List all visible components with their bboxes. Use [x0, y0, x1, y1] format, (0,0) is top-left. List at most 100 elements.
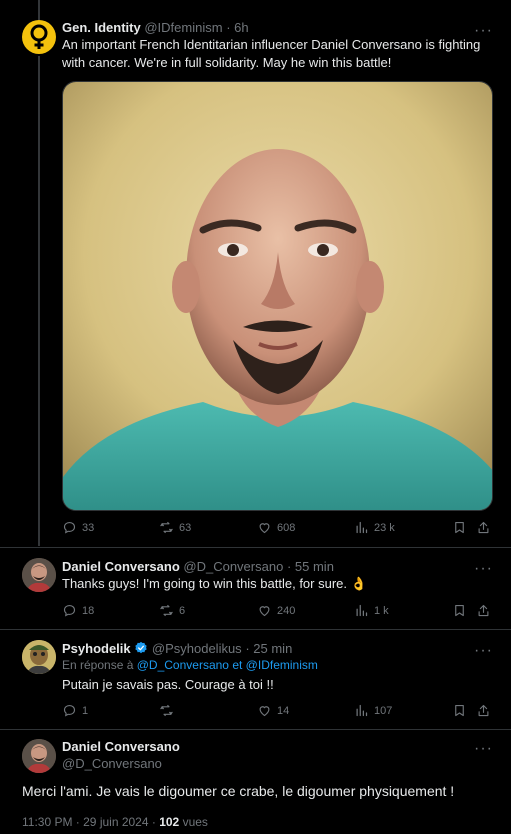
- like-button[interactable]: 608: [257, 520, 295, 535]
- reply-prefix: En réponse à: [62, 658, 134, 672]
- heart-icon: [259, 606, 270, 617]
- avatar-photo: [22, 739, 56, 773]
- tweet-subheader: @D_Conversano: [62, 756, 162, 771]
- retweet-button[interactable]: [159, 703, 179, 718]
- view-count: 1 k: [374, 604, 389, 617]
- view-count: 107: [374, 704, 393, 717]
- avatar-photo: [22, 558, 56, 592]
- display-name[interactable]: Daniel Conversano: [62, 739, 180, 754]
- views-icon: [356, 521, 368, 534]
- tweet-actions: 33 63 608 23 k: [62, 520, 493, 540]
- verified-badge-icon: [135, 641, 147, 654]
- retweet-icon: [160, 704, 173, 717]
- retweet-button[interactable]: 63: [159, 520, 191, 535]
- tweet-text: Putain je savais pas. Courage à toi !!: [62, 677, 274, 692]
- tweet-conversano-reply[interactable]: Daniel Conversano @D_Conversano · 55 min…: [0, 548, 511, 630]
- username[interactable]: @Psyhodelikus: [152, 641, 242, 656]
- tweet-header: Daniel Conversano: [62, 739, 180, 754]
- username[interactable]: @D_Conversano: [183, 559, 283, 574]
- heart-icon: [259, 523, 270, 534]
- display-name[interactable]: Gen. Identity: [62, 20, 141, 35]
- reply-button[interactable]: 18: [62, 603, 94, 618]
- reply-icon: [63, 604, 76, 617]
- venus-symbol-icon: [30, 24, 48, 49]
- tweet-actions: 1 14 107: [62, 703, 493, 723]
- heart-icon: [259, 706, 270, 717]
- reply-context: En réponse à @D_Conversano et @IDfeminis…: [62, 658, 318, 672]
- view-label: vues: [182, 815, 208, 829]
- mention-link[interactable]: @IDfeminism: [246, 658, 318, 672]
- like-count: 240: [277, 604, 296, 617]
- tweet-text: An important French Identitarian influen…: [62, 37, 481, 70]
- tweet-text: Thanks guys! I'm going to win this battl…: [62, 576, 367, 591]
- views-icon: [356, 604, 368, 617]
- like-button[interactable]: 14: [257, 703, 289, 718]
- tweet-meta: 11:30 PM · 29 juin 2024 · 102 vues: [22, 815, 208, 829]
- more-icon[interactable]: ···: [474, 643, 493, 659]
- separator: ·: [226, 20, 231, 35]
- view-count: 23 k: [374, 521, 395, 534]
- tweet-actions: 18 6 240 1 k: [62, 603, 493, 623]
- tweet-header: Gen. Identity @IDfeminism · 6h: [62, 20, 249, 35]
- mention-joiner: et: [232, 658, 243, 672]
- avatar[interactable]: [22, 739, 56, 773]
- tweet-header: Daniel Conversano @D_Conversano · 55 min: [62, 559, 334, 574]
- share-icon: [478, 604, 489, 617]
- portrait-photo: [63, 82, 492, 510]
- more-icon[interactable]: ···: [474, 561, 493, 577]
- bookmark-icon: [455, 704, 464, 717]
- bookmark-icon: [455, 604, 464, 617]
- avatar-photo: [22, 640, 56, 674]
- reply-button[interactable]: 1: [62, 703, 88, 718]
- views-icon: [356, 704, 368, 717]
- timestamp[interactable]: 55 min: [295, 559, 334, 574]
- bookmark-icon: [455, 521, 464, 534]
- views-button[interactable]: 1 k: [354, 603, 389, 618]
- like-count: 14: [277, 704, 290, 717]
- tweet-photo[interactable]: [62, 81, 493, 511]
- separator: ·: [245, 641, 250, 656]
- views-button[interactable]: 107: [354, 703, 392, 718]
- retweet-count: 6: [179, 604, 186, 617]
- share-button[interactable]: [476, 703, 491, 718]
- tweet-gen-identity[interactable]: Gen. Identity @IDfeminism · 6h ··· An im…: [0, 0, 511, 548]
- mention-link[interactable]: @D_Conversano: [137, 658, 229, 672]
- bookmark-button[interactable]: [452, 603, 467, 618]
- separator: ·: [286, 559, 292, 574]
- bookmark-button[interactable]: [452, 703, 467, 718]
- tweet-psyhodelik-reply[interactable]: Psyhodelik @Psyhodelikus · 25 min ··· En…: [0, 630, 511, 730]
- share-icon: [478, 521, 489, 534]
- username[interactable]: @D_Conversano: [62, 756, 162, 771]
- reply-count: 1: [82, 704, 89, 717]
- share-button[interactable]: [476, 520, 491, 535]
- retweet-icon: [160, 521, 173, 534]
- retweet-icon: [160, 604, 173, 617]
- reply-count: 18: [82, 604, 95, 617]
- focused-tweet-text: Merci l'ami. Je vais le digoumer ce crab…: [22, 783, 455, 799]
- reply-button[interactable]: 33: [62, 520, 94, 535]
- retweet-count: 63: [179, 521, 192, 534]
- more-icon[interactable]: ···: [474, 741, 493, 757]
- retweet-button[interactable]: 6: [159, 603, 185, 618]
- avatar[interactable]: [22, 640, 56, 674]
- share-button[interactable]: [476, 603, 491, 618]
- display-name[interactable]: Daniel Conversano: [62, 559, 180, 574]
- like-count: 608: [277, 521, 296, 534]
- avatar[interactable]: [22, 20, 56, 54]
- display-name[interactable]: Psyhodelik: [62, 641, 131, 656]
- timestamp[interactable]: 6h: [234, 20, 248, 35]
- view-count: 102: [159, 815, 180, 829]
- avatar[interactable]: [22, 558, 56, 592]
- timestamp[interactable]: 25 min: [253, 641, 292, 656]
- username[interactable]: @IDfeminism: [144, 20, 222, 35]
- tweet-header: Psyhodelik @Psyhodelikus · 25 min: [62, 641, 292, 656]
- more-icon[interactable]: ···: [474, 23, 493, 39]
- reply-count: 33: [82, 521, 95, 534]
- post-datetime[interactable]: 11:30 PM · 29 juin 2024 ·: [22, 815, 156, 829]
- views-button[interactable]: 23 k: [354, 520, 395, 535]
- bookmark-button[interactable]: [452, 520, 467, 535]
- reply-icon: [63, 704, 76, 717]
- share-icon: [478, 704, 489, 717]
- reply-icon: [63, 521, 76, 534]
- like-button[interactable]: 240: [257, 603, 295, 618]
